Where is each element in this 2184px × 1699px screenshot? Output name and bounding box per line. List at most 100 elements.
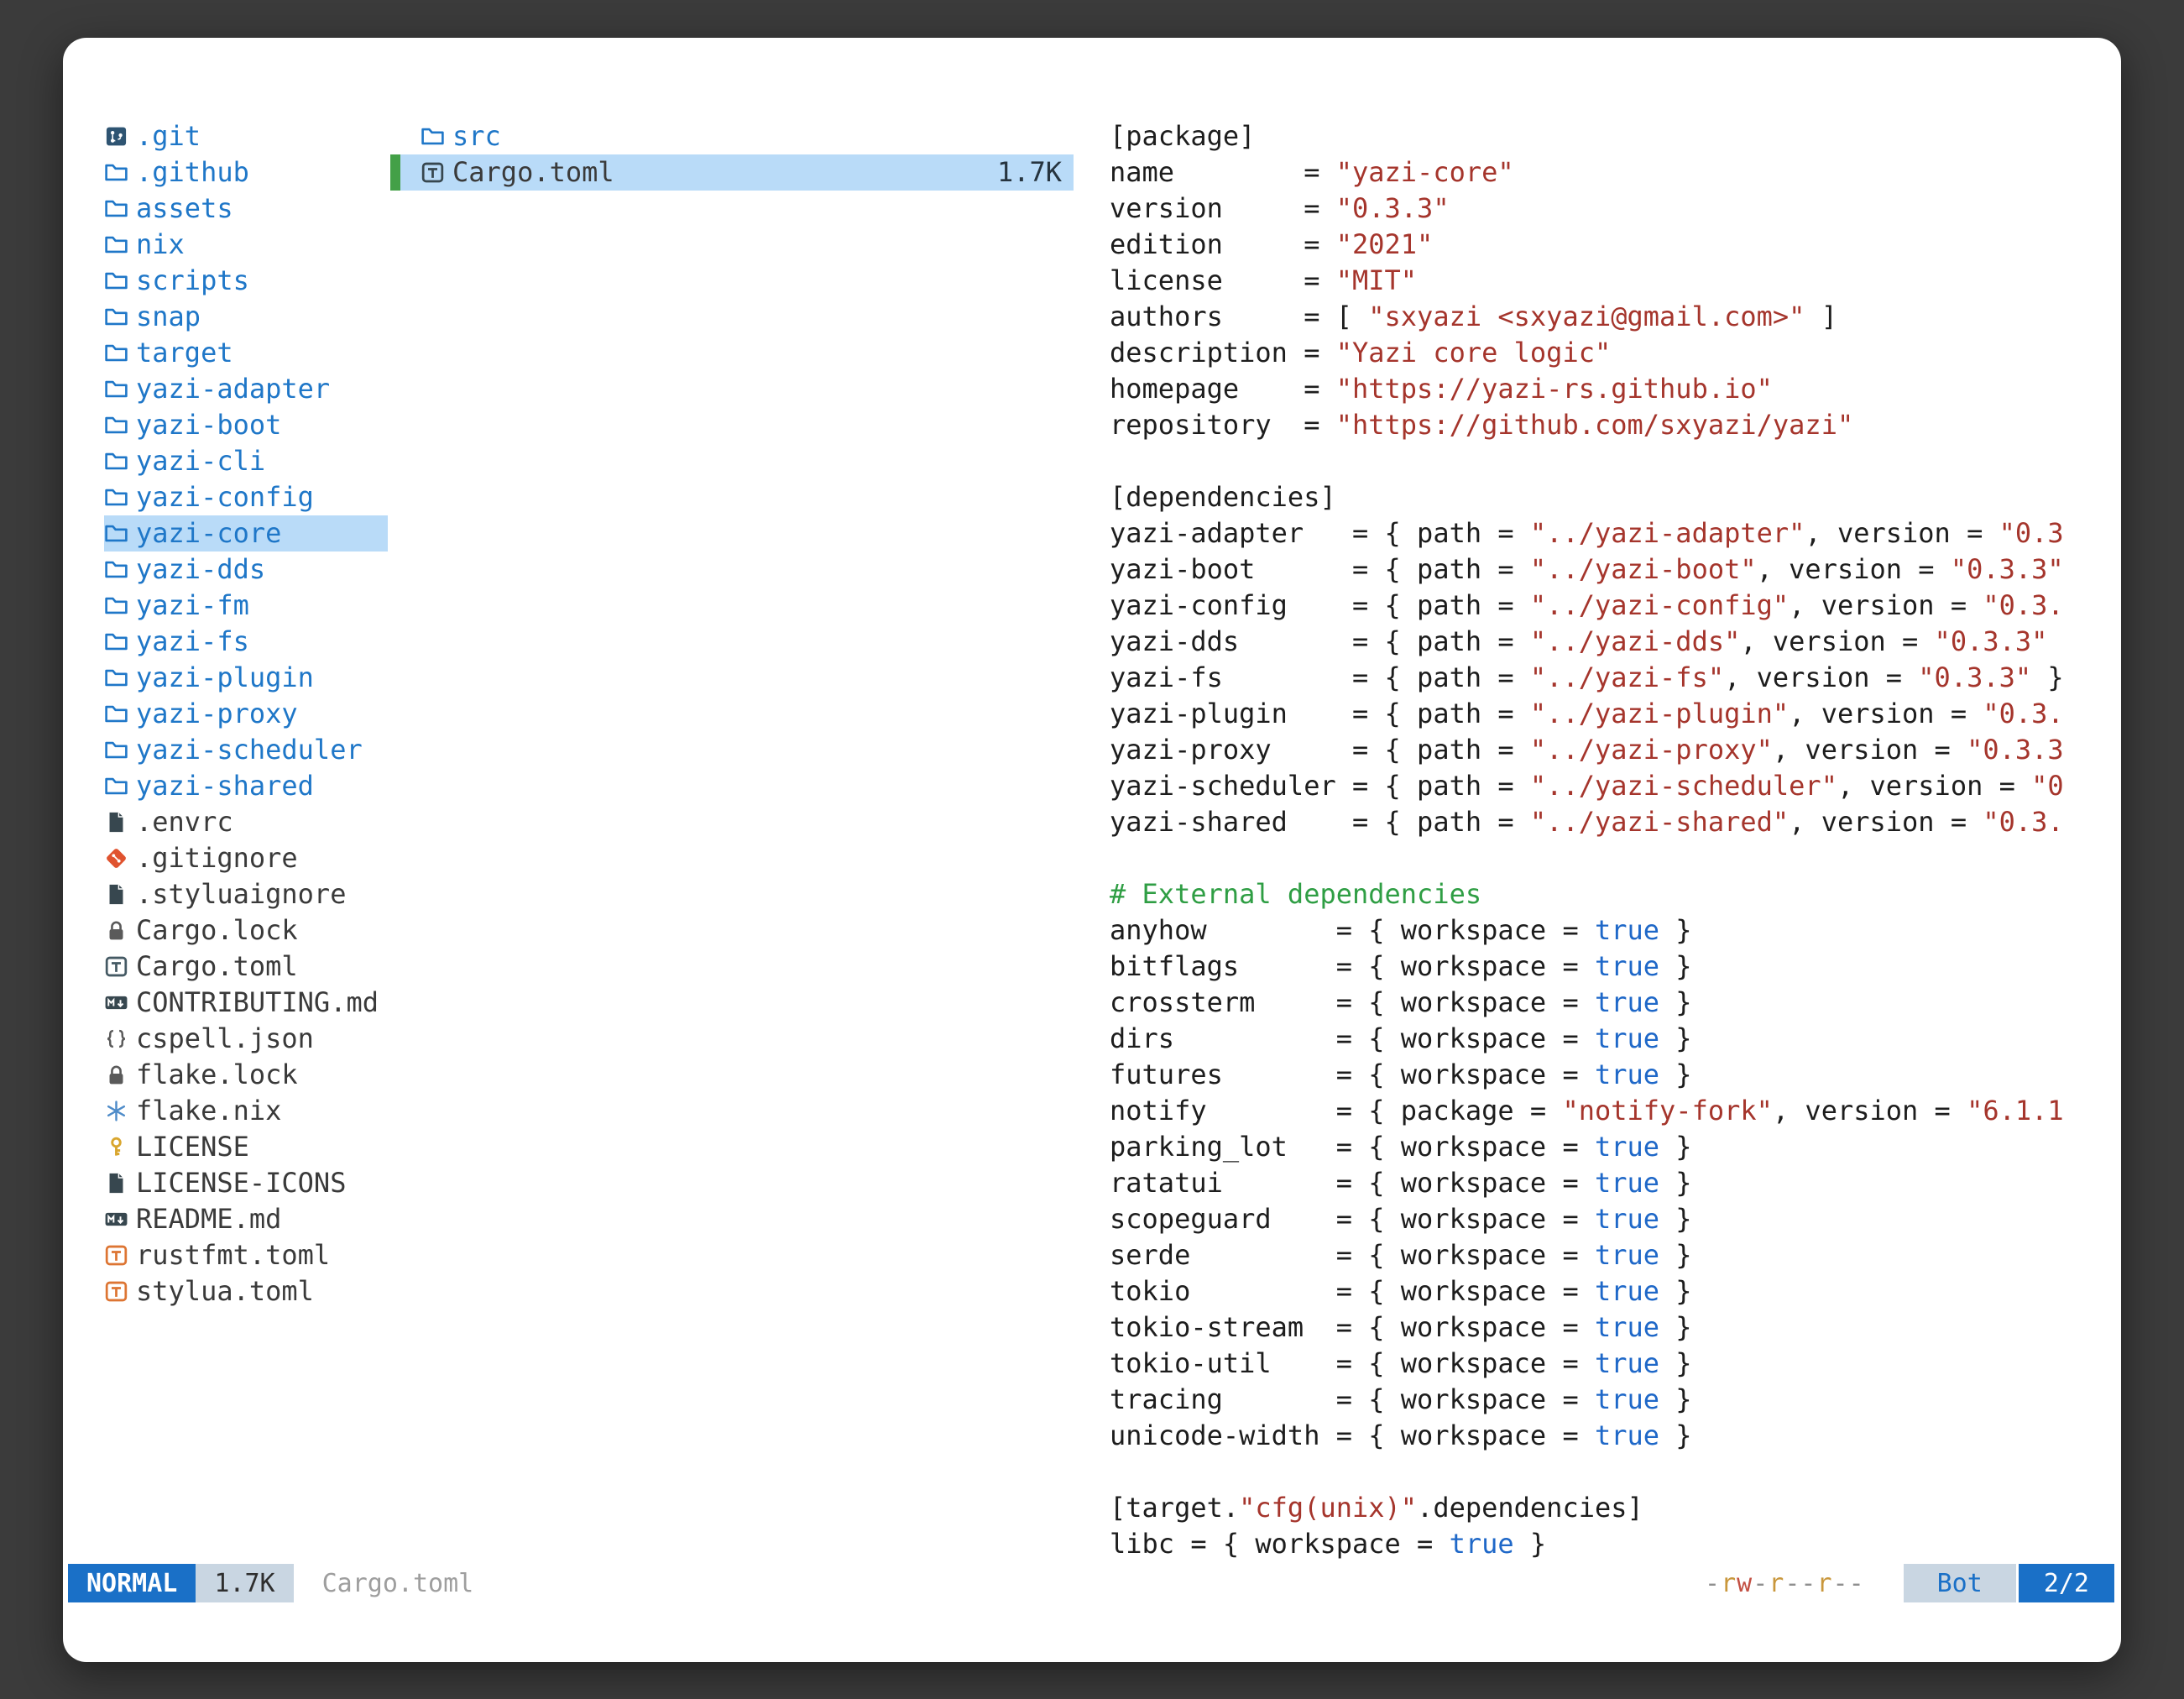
current-directory-pane[interactable]: srcCargo.toml1.7K [390, 118, 1074, 191]
folder-icon [104, 449, 136, 473]
preview-line: tokio-stream = { workspace = true } [1110, 1310, 2110, 1346]
markdown-icon [104, 991, 136, 1015]
file-row[interactable]: .git [104, 118, 388, 154]
file-row[interactable]: CONTRIBUTING.md [104, 985, 388, 1021]
toml-icon [104, 1279, 136, 1304]
folder-icon [104, 160, 136, 185]
file-label: yazi-fs [136, 624, 249, 660]
file-row[interactable]: Cargo.toml [104, 949, 388, 985]
file-row[interactable]: yazi-plugin [104, 660, 388, 696]
file-row[interactable]: snap [104, 299, 388, 335]
file-row[interactable]: cspell.json [104, 1021, 388, 1057]
folder-icon [104, 233, 136, 257]
toml-icon [421, 160, 452, 185]
preview-line: unicode-width = { workspace = true } [1110, 1418, 2110, 1454]
file-label: Cargo.lock [136, 912, 298, 949]
preview-line: tracing = { workspace = true } [1110, 1382, 2110, 1418]
file-label: .envrc [136, 804, 233, 840]
file-row[interactable]: Cargo.lock [104, 912, 388, 949]
file-row[interactable]: .styluaignore [104, 876, 388, 912]
preview-line: [package] [1110, 118, 2110, 154]
file-row[interactable]: .github [104, 154, 388, 191]
folder-icon [104, 702, 136, 726]
file-label: yazi-cli [136, 443, 265, 479]
file-label: flake.lock [136, 1057, 298, 1093]
folder-icon [104, 738, 136, 762]
status-filename: Cargo.toml [322, 1569, 474, 1598]
file-row[interactable]: scripts [104, 263, 388, 299]
yazi-window: .git.githubassetsnixscriptssnaptargetyaz… [63, 38, 2121, 1662]
file-label: target [136, 335, 233, 371]
file-label: cspell.json [136, 1021, 314, 1057]
parent-directory-pane[interactable]: .git.githubassetsnixscriptssnaptargetyaz… [104, 118, 388, 1310]
file-row[interactable]: nix [104, 227, 388, 263]
file-label: yazi-adapter [136, 371, 330, 407]
file-label: Cargo.toml [136, 949, 298, 985]
file-row[interactable]: yazi-fs [104, 624, 388, 660]
file-preview-pane[interactable]: [package]name = "yazi-core"version = "0.… [1110, 118, 2110, 1562]
preview-line: scopeguard = { workspace = true } [1110, 1201, 2110, 1237]
status-file-size: 1.7K [196, 1564, 293, 1602]
preview-line: libc = { workspace = true } [1110, 1526, 2110, 1562]
file-row[interactable]: yazi-core [104, 515, 388, 552]
file-row[interactable]: yazi-config [104, 479, 388, 515]
preview-line [1110, 1454, 2110, 1490]
file-row[interactable]: rustfmt.toml [104, 1237, 388, 1273]
preview-line: yazi-plugin = { path = "../yazi-plugin",… [1110, 696, 2110, 732]
file-label: src [452, 118, 501, 154]
preview-line: crossterm = { workspace = true } [1110, 985, 2110, 1021]
file-row[interactable]: flake.lock [104, 1057, 388, 1093]
preview-line: tokio = { workspace = true } [1110, 1273, 2110, 1310]
file-row[interactable]: yazi-scheduler [104, 732, 388, 768]
folder-icon [104, 774, 136, 798]
file-label: assets [136, 191, 233, 227]
preview-line: yazi-shared = { path = "../yazi-shared",… [1110, 804, 2110, 840]
preview-line: yazi-fs = { path = "../yazi-fs", version… [1110, 660, 2110, 696]
preview-line: [target."cfg(unix)".dependencies] [1110, 1490, 2110, 1526]
file-label: .gitignore [136, 840, 298, 876]
file-row[interactable]: yazi-fm [104, 588, 388, 624]
file-row[interactable]: src [390, 118, 1074, 154]
file-label: yazi-plugin [136, 660, 314, 696]
file-row[interactable]: stylua.toml [104, 1273, 388, 1310]
file-row[interactable]: yazi-shared [104, 768, 388, 804]
file-row[interactable]: yazi-dds [104, 552, 388, 588]
file-label: snap [136, 299, 201, 335]
folder-icon [421, 124, 452, 149]
file-row[interactable]: target [104, 335, 388, 371]
preview-line: [dependencies] [1110, 479, 2110, 515]
permissions-indicator: -rw-r--r-- [1705, 1569, 1865, 1598]
file-row[interactable]: Cargo.toml1.7K [390, 154, 1074, 191]
file-row[interactable]: yazi-boot [104, 407, 388, 443]
folder-icon [104, 377, 136, 401]
folder-icon [104, 630, 136, 654]
folder-icon [104, 521, 136, 546]
preview-line: repository = "https://github.com/sxyazi/… [1110, 407, 2110, 443]
file-row[interactable]: assets [104, 191, 388, 227]
status-bar: NORMAL 1.7K Cargo.toml -rw-r--r-- Bot 2/… [68, 1564, 2114, 1602]
file-row[interactable]: yazi-cli [104, 443, 388, 479]
mode-indicator: NORMAL [68, 1564, 196, 1602]
file-row[interactable]: .gitignore [104, 840, 388, 876]
preview-line [1110, 840, 2110, 876]
file-label: LICENSE [136, 1129, 249, 1165]
file-label: rustfmt.toml [136, 1237, 330, 1273]
file-row[interactable]: yazi-adapter [104, 371, 388, 407]
file-row[interactable]: .envrc [104, 804, 388, 840]
file-label: stylua.toml [136, 1273, 314, 1310]
folder-icon [104, 666, 136, 690]
preview-line: license = "MIT" [1110, 263, 2110, 299]
file-label: .styluaignore [136, 876, 346, 912]
nix-icon [104, 1099, 136, 1123]
folder-icon [104, 557, 136, 582]
preview-line: # External dependencies [1110, 876, 2110, 912]
folder-icon [104, 413, 136, 437]
file-row[interactable]: LICENSE [104, 1129, 388, 1165]
file-row[interactable]: flake.nix [104, 1093, 388, 1129]
file-row[interactable]: LICENSE-ICONS [104, 1165, 388, 1201]
file-row[interactable]: README.md [104, 1201, 388, 1237]
git-repo-icon [104, 124, 136, 149]
file-label: nix [136, 227, 185, 263]
file-row[interactable]: yazi-proxy [104, 696, 388, 732]
preview-line: anyhow = { workspace = true } [1110, 912, 2110, 949]
